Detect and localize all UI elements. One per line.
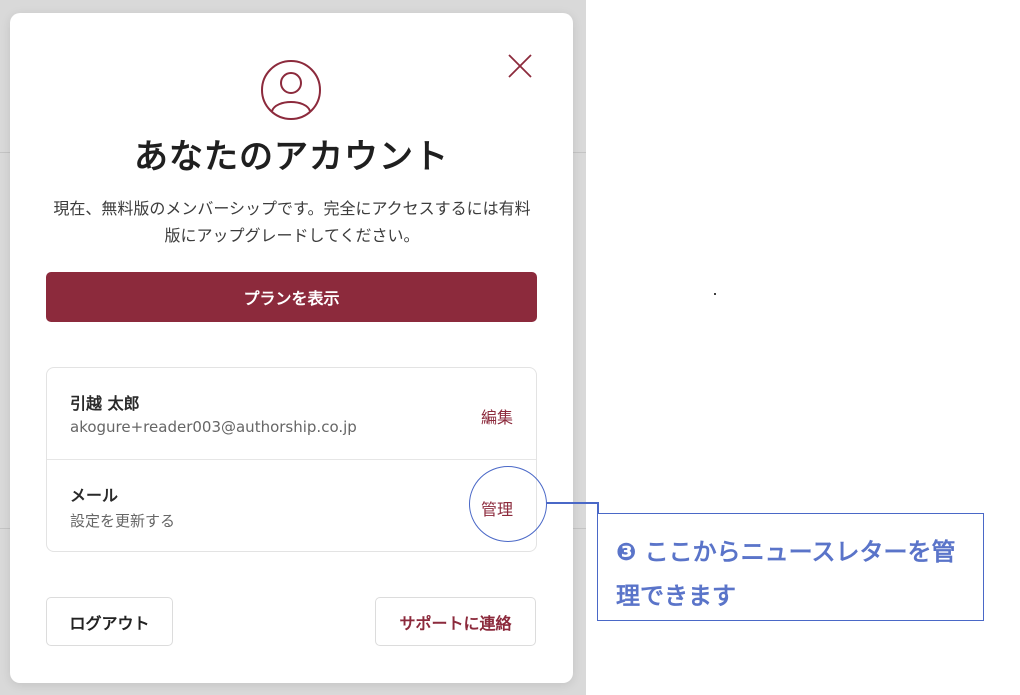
modal-title: あなたのアカウント [134,137,449,177]
view-plans-button[interactable]: プランを表示 [46,272,537,322]
account-name: 引越 太郎 [70,394,140,413]
edit-link[interactable]: 編集 [481,404,513,428]
account-modal: あなたのアカウント 現在、無料版のメンバーシップです。完全にアクセスするには有料… [10,13,573,683]
account-row: 引越 太郎 akogure+reader003@authorship.co.jp… [47,368,536,459]
mail-title: メール [70,486,119,505]
mail-row: メール 設定を更新する 管理 [47,460,536,551]
close-icon [508,54,532,78]
stray-dot [714,293,716,295]
annotation-text: ❸ ここからニュースレターを管理できます [616,538,956,610]
close-button[interactable] [505,51,535,81]
contact-support-button[interactable]: サポートに連絡 [375,597,536,646]
membership-description: 現在、無料版のメンバーシップです。完全にアクセスするには有料版にアップグレードし… [53,199,531,245]
mail-subtitle: 設定を更新する [70,512,176,530]
logout-button[interactable]: ログアウト [46,597,173,646]
annotation-highlight-circle [469,466,547,542]
annotation-connector [546,502,598,504]
account-info-box: 引越 太郎 akogure+reader003@authorship.co.jp… [46,367,537,552]
account-email: akogure+reader003@authorship.co.jp [70,418,357,436]
user-circle-icon [261,60,321,120]
annotation-callout: ❸ ここからニュースレターを管理できます [597,513,984,621]
